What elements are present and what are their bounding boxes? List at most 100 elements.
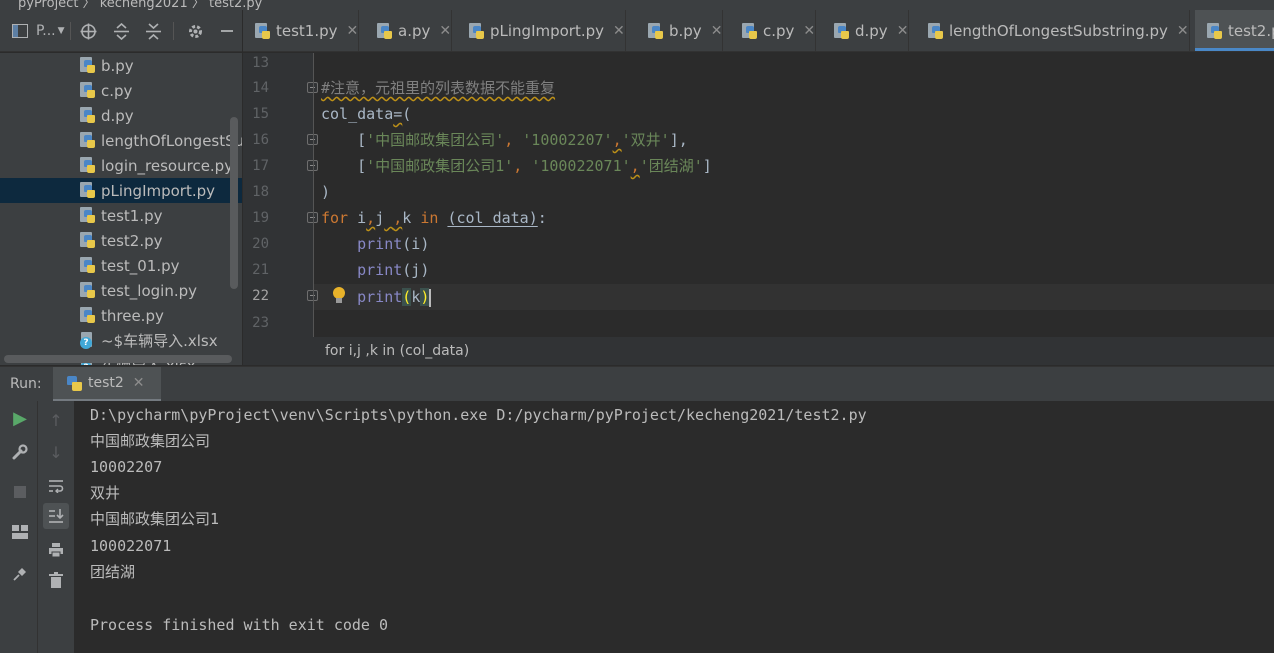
console-line: Process finished with exit code 0 [90, 616, 389, 634]
tree-item-temp-xlsx[interactable]: ? ~$车辆导入.xlsx [0, 328, 242, 353]
print-icon[interactable] [43, 537, 69, 563]
navigation-breadcrumb[interactable]: pyProject 〉 kecheng2021 〉 test2.py [18, 0, 262, 10]
python-file-icon [80, 157, 95, 174]
locate-file-icon[interactable] [77, 20, 99, 42]
python-file-icon [255, 22, 270, 40]
project-view-selector[interactable]: P... ▼ [36, 20, 65, 42]
console-line: D:\pycharm\pyProject\venv\Scripts\python… [90, 406, 867, 424]
python-file-icon [80, 107, 95, 124]
tree-item-test-01[interactable]: test_01.py [0, 253, 242, 278]
scroll-to-end-icon[interactable] [43, 503, 69, 529]
vertical-scrollbar[interactable] [230, 117, 238, 289]
python-file-icon [742, 22, 757, 40]
close-icon[interactable]: ✕ [347, 23, 359, 39]
python-file-icon [928, 22, 943, 40]
tree-item-lengthoflongestsubstring[interactable]: lengthOfLongestSu [0, 128, 242, 153]
code-line-19: for i,j ,k in (col_data): [321, 209, 547, 227]
python-file-icon [67, 375, 82, 392]
line-number: 13 [252, 55, 269, 71]
layout-icon[interactable] [7, 519, 33, 545]
pin-icon[interactable] [7, 561, 33, 587]
console-line: 团结湖 [90, 563, 136, 581]
project-view-icon[interactable] [12, 20, 28, 42]
close-icon[interactable]: ✕ [711, 23, 723, 39]
divider [173, 22, 174, 40]
python-file-icon [377, 22, 392, 40]
close-icon[interactable]: ✕ [613, 23, 625, 39]
code-line-14: #注意，元祖里的列表数据不能重复 [321, 79, 556, 97]
tab-plingimport[interactable]: pLingImport.py ✕ [457, 10, 626, 51]
close-icon[interactable]: ✕ [1177, 23, 1189, 39]
tree-item-test1[interactable]: test1.py [0, 203, 242, 228]
project-tree: b.py c.py d.py lengthOfLongestSu login_r… [0, 53, 242, 365]
code-line-18: ) [321, 183, 331, 201]
close-icon[interactable]: ✕ [133, 375, 145, 391]
close-icon[interactable]: ✕ [897, 23, 909, 39]
arrow-up-icon[interactable]: ↑ [43, 407, 69, 433]
hide-panel-icon[interactable] [216, 20, 238, 42]
tree-item-three[interactable]: three.py [0, 303, 242, 328]
tree-item-login-resource[interactable]: login_resource.py [0, 153, 242, 178]
tab-c[interactable]: c.py ✕ [730, 10, 817, 51]
tree-item-test-login[interactable]: test_login.py [0, 278, 242, 303]
console-line: 双井 [90, 484, 121, 502]
close-icon[interactable]: ✕ [439, 23, 451, 39]
line-number: 23 [252, 315, 269, 331]
console-line: 中国邮政集团公司 [90, 432, 211, 450]
collapse-all-icon[interactable] [142, 20, 164, 42]
line-number: 14 [252, 80, 269, 96]
stop-icon[interactable] [7, 479, 33, 505]
expand-all-icon[interactable] [110, 20, 132, 42]
project-panel-header: P... ▼ [0, 10, 242, 52]
tree-item-c[interactable]: c.py [0, 78, 242, 103]
python-file-icon [80, 182, 95, 199]
tab-lengthoflongestsubstring[interactable]: lengthOfLongestSubstring.py ✕ [916, 10, 1190, 51]
line-number: 15 [252, 106, 269, 122]
code-line-15: col_data=( [321, 105, 412, 123]
code-line-22: print(k) [357, 288, 432, 307]
python-file-icon [80, 282, 95, 299]
code-line-20: print(i) [357, 235, 430, 253]
code-line-21: print(j) [357, 261, 430, 279]
line-number: 19 [252, 210, 269, 226]
code-editor[interactable]: 13 14 15 16 17 18 19 20 21 22 23 #注意，元祖里… [243, 53, 1274, 365]
tab-d[interactable]: d.py ✕ [822, 10, 910, 51]
unknown-file-icon: ? [80, 332, 95, 349]
tree-item-b[interactable]: b.py [0, 53, 242, 78]
tab-test1[interactable]: test1.py ✕ [243, 10, 360, 51]
tab-b[interactable]: b.py ✕ [636, 10, 724, 51]
run-icon[interactable]: ▶ [7, 405, 33, 431]
python-file-icon [1207, 22, 1222, 40]
run-label: Run: [10, 376, 42, 392]
python-file-icon [648, 22, 663, 40]
run-panel-header: Run: test2 ✕ [0, 366, 1274, 402]
arrow-down-icon[interactable]: ↓ [43, 439, 69, 465]
tree-item-d[interactable]: d.py [0, 103, 242, 128]
gear-icon[interactable] [184, 20, 206, 42]
horizontal-scrollbar[interactable] [4, 355, 232, 363]
python-file-icon [80, 257, 95, 274]
tree-item-test2[interactable]: test2.py [0, 228, 242, 253]
wrench-icon[interactable] [7, 439, 33, 465]
toolbar-divider [37, 401, 38, 653]
run-console[interactable]: D:\pycharm\pyProject\venv\Scripts\python… [74, 401, 1274, 653]
tab-a[interactable]: a.py ✕ [365, 10, 453, 51]
code-breadcrumb[interactable]: for i,j ,k in (col_data) [313, 337, 1274, 365]
python-file-icon [80, 307, 95, 324]
navigation-bar: pyProject 〉 kecheng2021 〉 test2.py [0, 0, 1274, 10]
run-tab-test2[interactable]: test2 ✕ [53, 367, 161, 402]
console-line: 100022071 [90, 537, 172, 555]
tab-test2[interactable]: test2.py [1195, 10, 1274, 51]
python-file-icon [80, 232, 95, 249]
python-file-icon [469, 22, 484, 40]
console-line: 10002207 [90, 458, 163, 476]
project-view-title: P... [36, 23, 56, 39]
python-file-icon [834, 22, 849, 40]
dropdown-arrow-icon: ▼ [57, 26, 65, 36]
text-caret [429, 288, 432, 307]
soft-wrap-icon[interactable] [43, 473, 69, 499]
close-icon[interactable]: ✕ [803, 23, 815, 39]
trash-icon[interactable] [43, 567, 69, 593]
tree-item-plingimport[interactable]: pLingImport.py [0, 178, 242, 203]
line-number: 17 [252, 158, 269, 174]
